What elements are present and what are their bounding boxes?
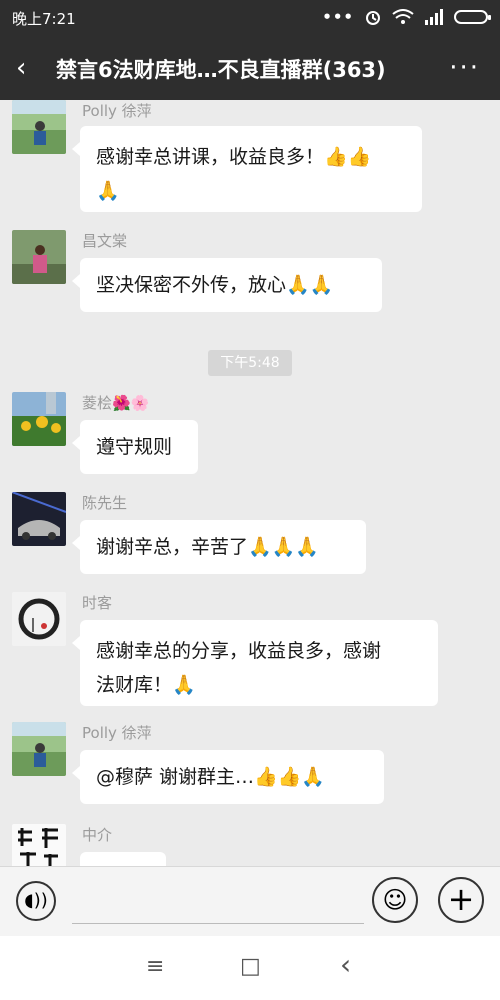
sender-name: 昌文棠 [82,232,128,250]
message-item: 菱桧🌺🌸 遵守规则 [12,392,482,478]
battery-icon [454,10,491,24]
status-icons: ••• [322,8,491,26]
avatar[interactable] [12,492,66,546]
chat-title: 禁言6法财库地…不良直播群(363) [56,58,386,82]
more-options-icon[interactable]: ··· [449,52,480,84]
message-bubble[interactable]: 感谢幸总的分享，收益良多，感谢 法财库！🙏 [72,620,438,706]
menu-icon[interactable]: ≡ [146,954,164,979]
message-input[interactable] [72,883,364,924]
message-item: Polly 徐萍 @穆萨 谢谢群主…👍👍🙏 [12,722,482,808]
message-text: 🙏 [96,180,120,202]
system-nav-bar: ≡ □ ‹ [0,936,500,1000]
message-text: 遵守规则 [96,436,173,458]
avatar[interactable] [12,592,66,646]
message-item: 陈先生 谢谢辛总，辛苦了🙏🙏🙏 [12,492,482,578]
status-bar: 晚上7:21 ••• [0,0,500,36]
voice-input-icon[interactable]: ◖)) [16,881,56,921]
message-item: 昌文棠 坚决保密不外传，放心🙏🙏 [12,230,482,320]
input-bar: ◖)) ☺ + [0,866,500,937]
avatar[interactable] [12,230,66,284]
title-bar: ‹ 禁言6法财库地…不良直播群(363) ··· [0,36,500,100]
sender-name: 菱桧🌺🌸 [82,394,150,412]
avatar[interactable] [12,722,66,776]
time-divider: 下午5:48 [208,350,292,376]
message-item: 中介 🙏🙏 [12,824,482,870]
avatar[interactable] [12,100,66,154]
back-arrow-icon[interactable]: ‹ [16,52,42,84]
message-bubble[interactable]: 感谢幸总讲课，收益良多！👍👍 🙏 [72,126,422,212]
message-bubble[interactable]: 谢谢辛总，辛苦了🙏🙏🙏 [72,520,366,574]
emoji-icon[interactable]: ☺ [372,877,418,923]
sender-name: 陈先生 [82,494,128,512]
signal-icon [425,9,443,25]
nav-back-icon[interactable]: ‹ [340,948,351,981]
wifi-icon [392,9,414,24]
message-text: 法财库！🙏 [96,674,196,696]
more-dots-icon: ••• [322,8,354,26]
sender-name: Polly 徐萍 [82,724,152,742]
message-text: @穆萨 谢谢群主…👍👍🙏 [96,766,326,788]
sender-name: 中介 [82,826,113,844]
message-item: 时客 感谢幸总的分享，收益良多，感谢 法财库！🙏 [12,592,482,708]
message-text: 坚决保密不外传，放心🙏🙏 [96,274,334,296]
sender-name: Polly 徐萍 [82,102,152,120]
status-time: 晚上7:21 [12,10,76,28]
message-text: 感谢幸总讲课，收益良多！👍👍 [96,146,372,168]
home-icon[interactable]: □ [240,954,261,979]
message-bubble[interactable]: 坚决保密不外传，放心🙏🙏 [72,258,382,312]
plus-icon[interactable]: + [438,877,484,923]
message-bubble[interactable]: 遵守规则 [72,420,198,474]
message-text: 感谢幸总的分享，收益良多，感谢 [96,640,382,662]
message-item: Polly 徐萍 感谢幸总讲课，收益良多！👍👍 🙏 [12,100,482,216]
avatar[interactable] [12,824,66,870]
message-bubble[interactable]: @穆萨 谢谢群主…👍👍🙏 [72,750,384,804]
avatar[interactable] [12,392,66,446]
chat-area[interactable]: Polly 徐萍 感谢幸总讲课，收益良多！👍👍 🙏 昌文棠 坚决保密不外传，放心… [0,100,500,870]
message-text: 谢谢辛总，辛苦了🙏🙏🙏 [96,536,319,558]
sender-name: 时客 [82,594,113,612]
alarm-icon [366,11,380,25]
